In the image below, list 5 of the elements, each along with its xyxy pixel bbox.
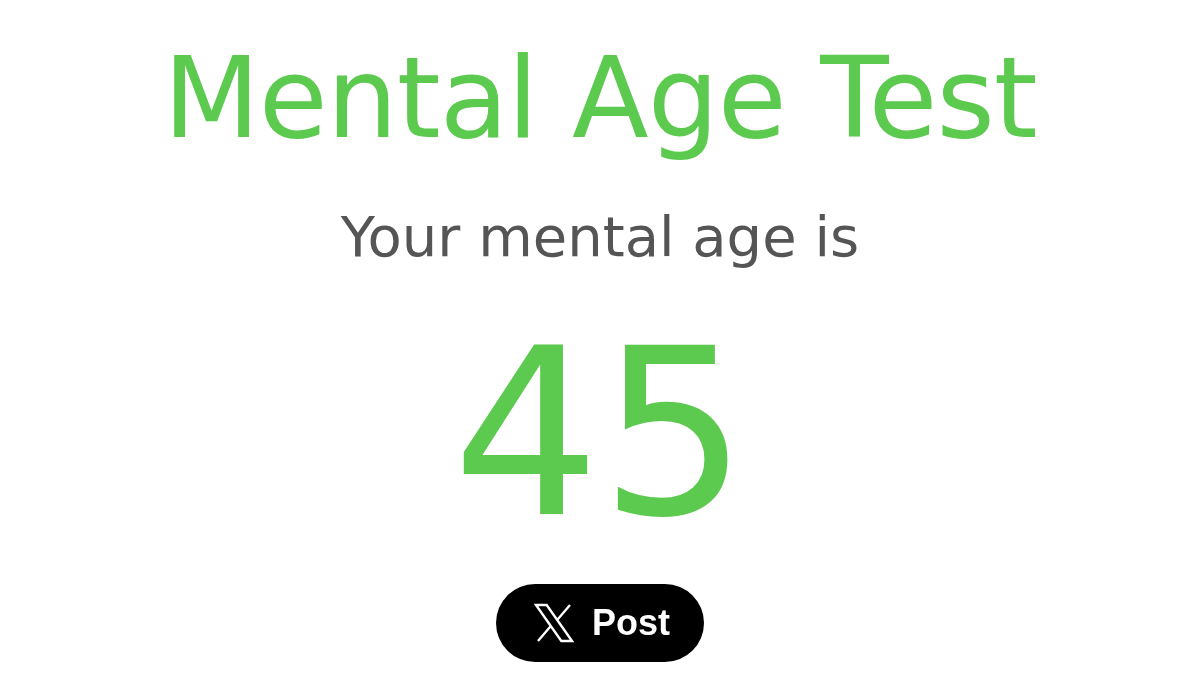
post-button[interactable]: Post (496, 584, 704, 662)
x-logo-icon (534, 603, 574, 643)
result-caption: Your mental age is (340, 203, 860, 271)
page-title: Mental Age Test (163, 32, 1037, 165)
age-result: 45 (452, 316, 748, 552)
